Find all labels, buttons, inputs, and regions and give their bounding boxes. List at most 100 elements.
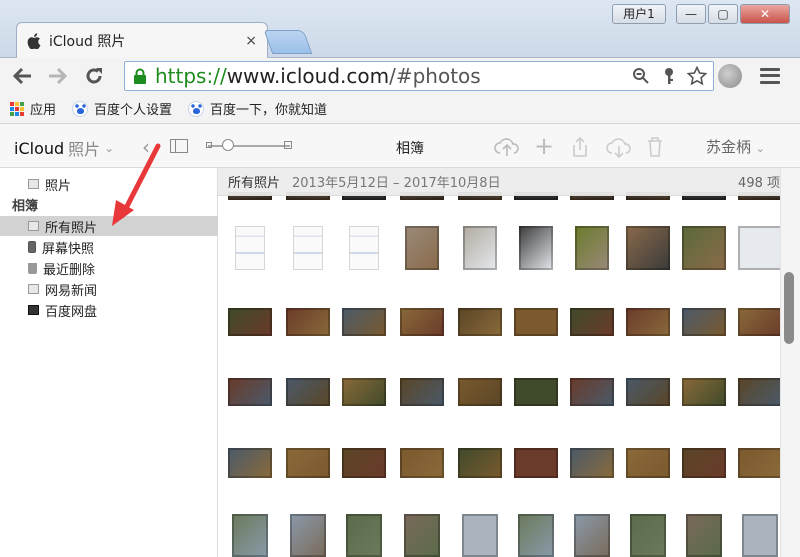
minimize-button[interactable]: — [676, 4, 706, 24]
photo-thumbnail[interactable] [686, 514, 722, 557]
url-host: www.icloud.com [226, 64, 390, 88]
photo-thumbnail[interactable] [574, 514, 610, 557]
sidebar-item-photos[interactable]: 照片 [0, 174, 218, 194]
sidebar-item-recently-deleted[interactable]: 最近删除 [0, 258, 218, 278]
chevron-left-icon[interactable]: ‹ [142, 135, 150, 159]
share-icon[interactable] [570, 136, 590, 163]
photo-thumbnail[interactable] [342, 308, 386, 336]
photo-thumbnail[interactable] [342, 378, 386, 406]
photo-thumbnail[interactable] [400, 448, 444, 478]
photo-thumbnail[interactable] [458, 448, 502, 478]
sidebar-item-label: 网易新闻 [45, 283, 98, 299]
photo-thumbnail[interactable] [286, 448, 330, 478]
extension-globe-icon[interactable] [718, 64, 742, 88]
sidebar-item-netease-news[interactable]: 网易新闻 [0, 279, 218, 299]
app-subtitle: 照片 [68, 140, 101, 159]
photo-thumbnail[interactable] [682, 226, 726, 270]
photo-thumbnail[interactable] [738, 226, 782, 270]
sidebar-section-heading: 相簿 [12, 199, 39, 214]
photo-thumbnail[interactable] [738, 448, 782, 478]
bookmark-star-icon[interactable] [687, 66, 707, 86]
scrollbar-thumb[interactable] [784, 272, 794, 344]
photo-thumbnail[interactable] [458, 308, 502, 336]
bookmark-baidu-settings[interactable]: 百度个人设置 [72, 99, 172, 118]
bookmark-apps[interactable]: 应用 [10, 99, 56, 118]
window-titlebar: iCloud 照片 × 用户1 — ▢ ✕ [0, 0, 800, 58]
scrollbar-track[interactable] [780, 168, 800, 557]
photo-thumbnail[interactable] [518, 514, 554, 557]
sidebar-item-all-photos[interactable]: 所有照片 [0, 216, 218, 236]
photo-thumbnail[interactable] [738, 378, 782, 406]
photo-thumbnail[interactable] [404, 514, 440, 557]
slider-knob[interactable] [222, 139, 234, 151]
photo-thumbnail[interactable] [286, 378, 330, 406]
photo-thumbnail[interactable] [742, 514, 778, 557]
photo-thumbnail[interactable] [570, 378, 614, 406]
photo-thumbnail[interactable] [462, 514, 498, 557]
photo-thumbnail[interactable] [400, 308, 444, 336]
photo-thumbnail[interactable] [514, 378, 558, 406]
sidebar-toggle-icon[interactable] [170, 139, 188, 153]
small-thumb-icon [206, 142, 212, 148]
maximize-button[interactable]: ▢ [708, 4, 738, 24]
app-switcher[interactable]: iCloud 照片 ⌄ [14, 136, 114, 160]
photo-thumbnail[interactable] [458, 378, 502, 406]
sidebar-item-screenshots[interactable]: 屏幕快照 [0, 237, 218, 257]
photo-thumbnail[interactable] [228, 378, 272, 406]
photo-thumbnail[interactable] [232, 514, 268, 557]
forward-arrow-icon[interactable] [44, 62, 72, 90]
reload-icon[interactable] [80, 62, 108, 90]
address-bar[interactable]: https://www.icloud.com/#photos [124, 61, 714, 91]
sidebar-item-label: 最近删除 [43, 262, 96, 278]
photo-grid-area: 所有照片 2013年5月12日 – 2017年10月8日 498 项 [218, 168, 782, 557]
photo-thumbnail[interactable] [346, 514, 382, 557]
photo-thumbnail[interactable] [463, 226, 497, 270]
photo-thumbnail[interactable] [228, 448, 272, 478]
tab-close-icon[interactable]: × [245, 33, 257, 49]
profile-user-badge[interactable]: 用户1 [612, 4, 666, 24]
photo-stack-icon [28, 221, 39, 231]
photo-thumbnail[interactable] [682, 308, 726, 336]
photo-thumbnail[interactable] [293, 226, 323, 270]
photo-thumbnail[interactable] [290, 514, 326, 557]
photo-thumbnail[interactable] [626, 448, 670, 478]
photo-thumbnail[interactable] [682, 378, 726, 406]
photo-thumbnail[interactable] [228, 308, 272, 336]
photo-thumbnail[interactable] [630, 514, 666, 557]
photo-thumbnail[interactable] [626, 226, 670, 270]
photo-thumbnail[interactable] [514, 308, 558, 336]
photo-thumbnail[interactable] [400, 378, 444, 406]
trash-icon[interactable] [646, 136, 664, 163]
photo-thumbnail[interactable] [349, 226, 379, 270]
photo-thumbnail[interactable] [405, 226, 439, 270]
thumbnail-size-slider[interactable] [206, 139, 292, 151]
upload-cloud-icon[interactable] [494, 136, 520, 163]
photo-thumbnail[interactable] [519, 226, 553, 270]
photo-thumbnail[interactable] [570, 308, 614, 336]
url-text: https://www.icloud.com/#photos [155, 64, 481, 88]
add-icon[interactable]: + [534, 132, 554, 160]
photo-thumbnail[interactable] [342, 448, 386, 478]
photo-thumbnail[interactable] [235, 226, 265, 270]
photo-thumbnail[interactable] [286, 308, 330, 336]
zoom-icon[interactable] [631, 66, 651, 86]
close-window-button[interactable]: ✕ [740, 4, 790, 24]
browser-tab-icloud[interactable]: iCloud 照片 × [16, 22, 268, 58]
photo-thumbnail[interactable] [570, 448, 614, 478]
account-menu[interactable]: 苏金柄 ⌄ [706, 136, 765, 157]
photo-thumbnail[interactable] [682, 448, 726, 478]
photo-thumbnail[interactable] [626, 308, 670, 336]
back-arrow-icon[interactable] [8, 62, 36, 90]
photo-thumbnail[interactable] [626, 378, 670, 406]
sidebar-item-baidu-pan[interactable]: 百度网盘 [0, 300, 218, 320]
photo-thumbnail[interactable] [738, 308, 782, 336]
bookmark-baidu-search[interactable]: 百度一下，你就知道 [188, 99, 327, 118]
photo-thumbnail[interactable] [514, 448, 558, 478]
photo-thumbnail[interactable] [575, 226, 609, 270]
download-cloud-icon[interactable] [606, 136, 632, 163]
browser-menu-icon[interactable] [760, 66, 780, 86]
key-icon[interactable] [659, 66, 679, 86]
new-tab-button[interactable] [263, 30, 313, 54]
baidu-paw-icon [72, 100, 89, 117]
lock-icon [134, 68, 146, 84]
